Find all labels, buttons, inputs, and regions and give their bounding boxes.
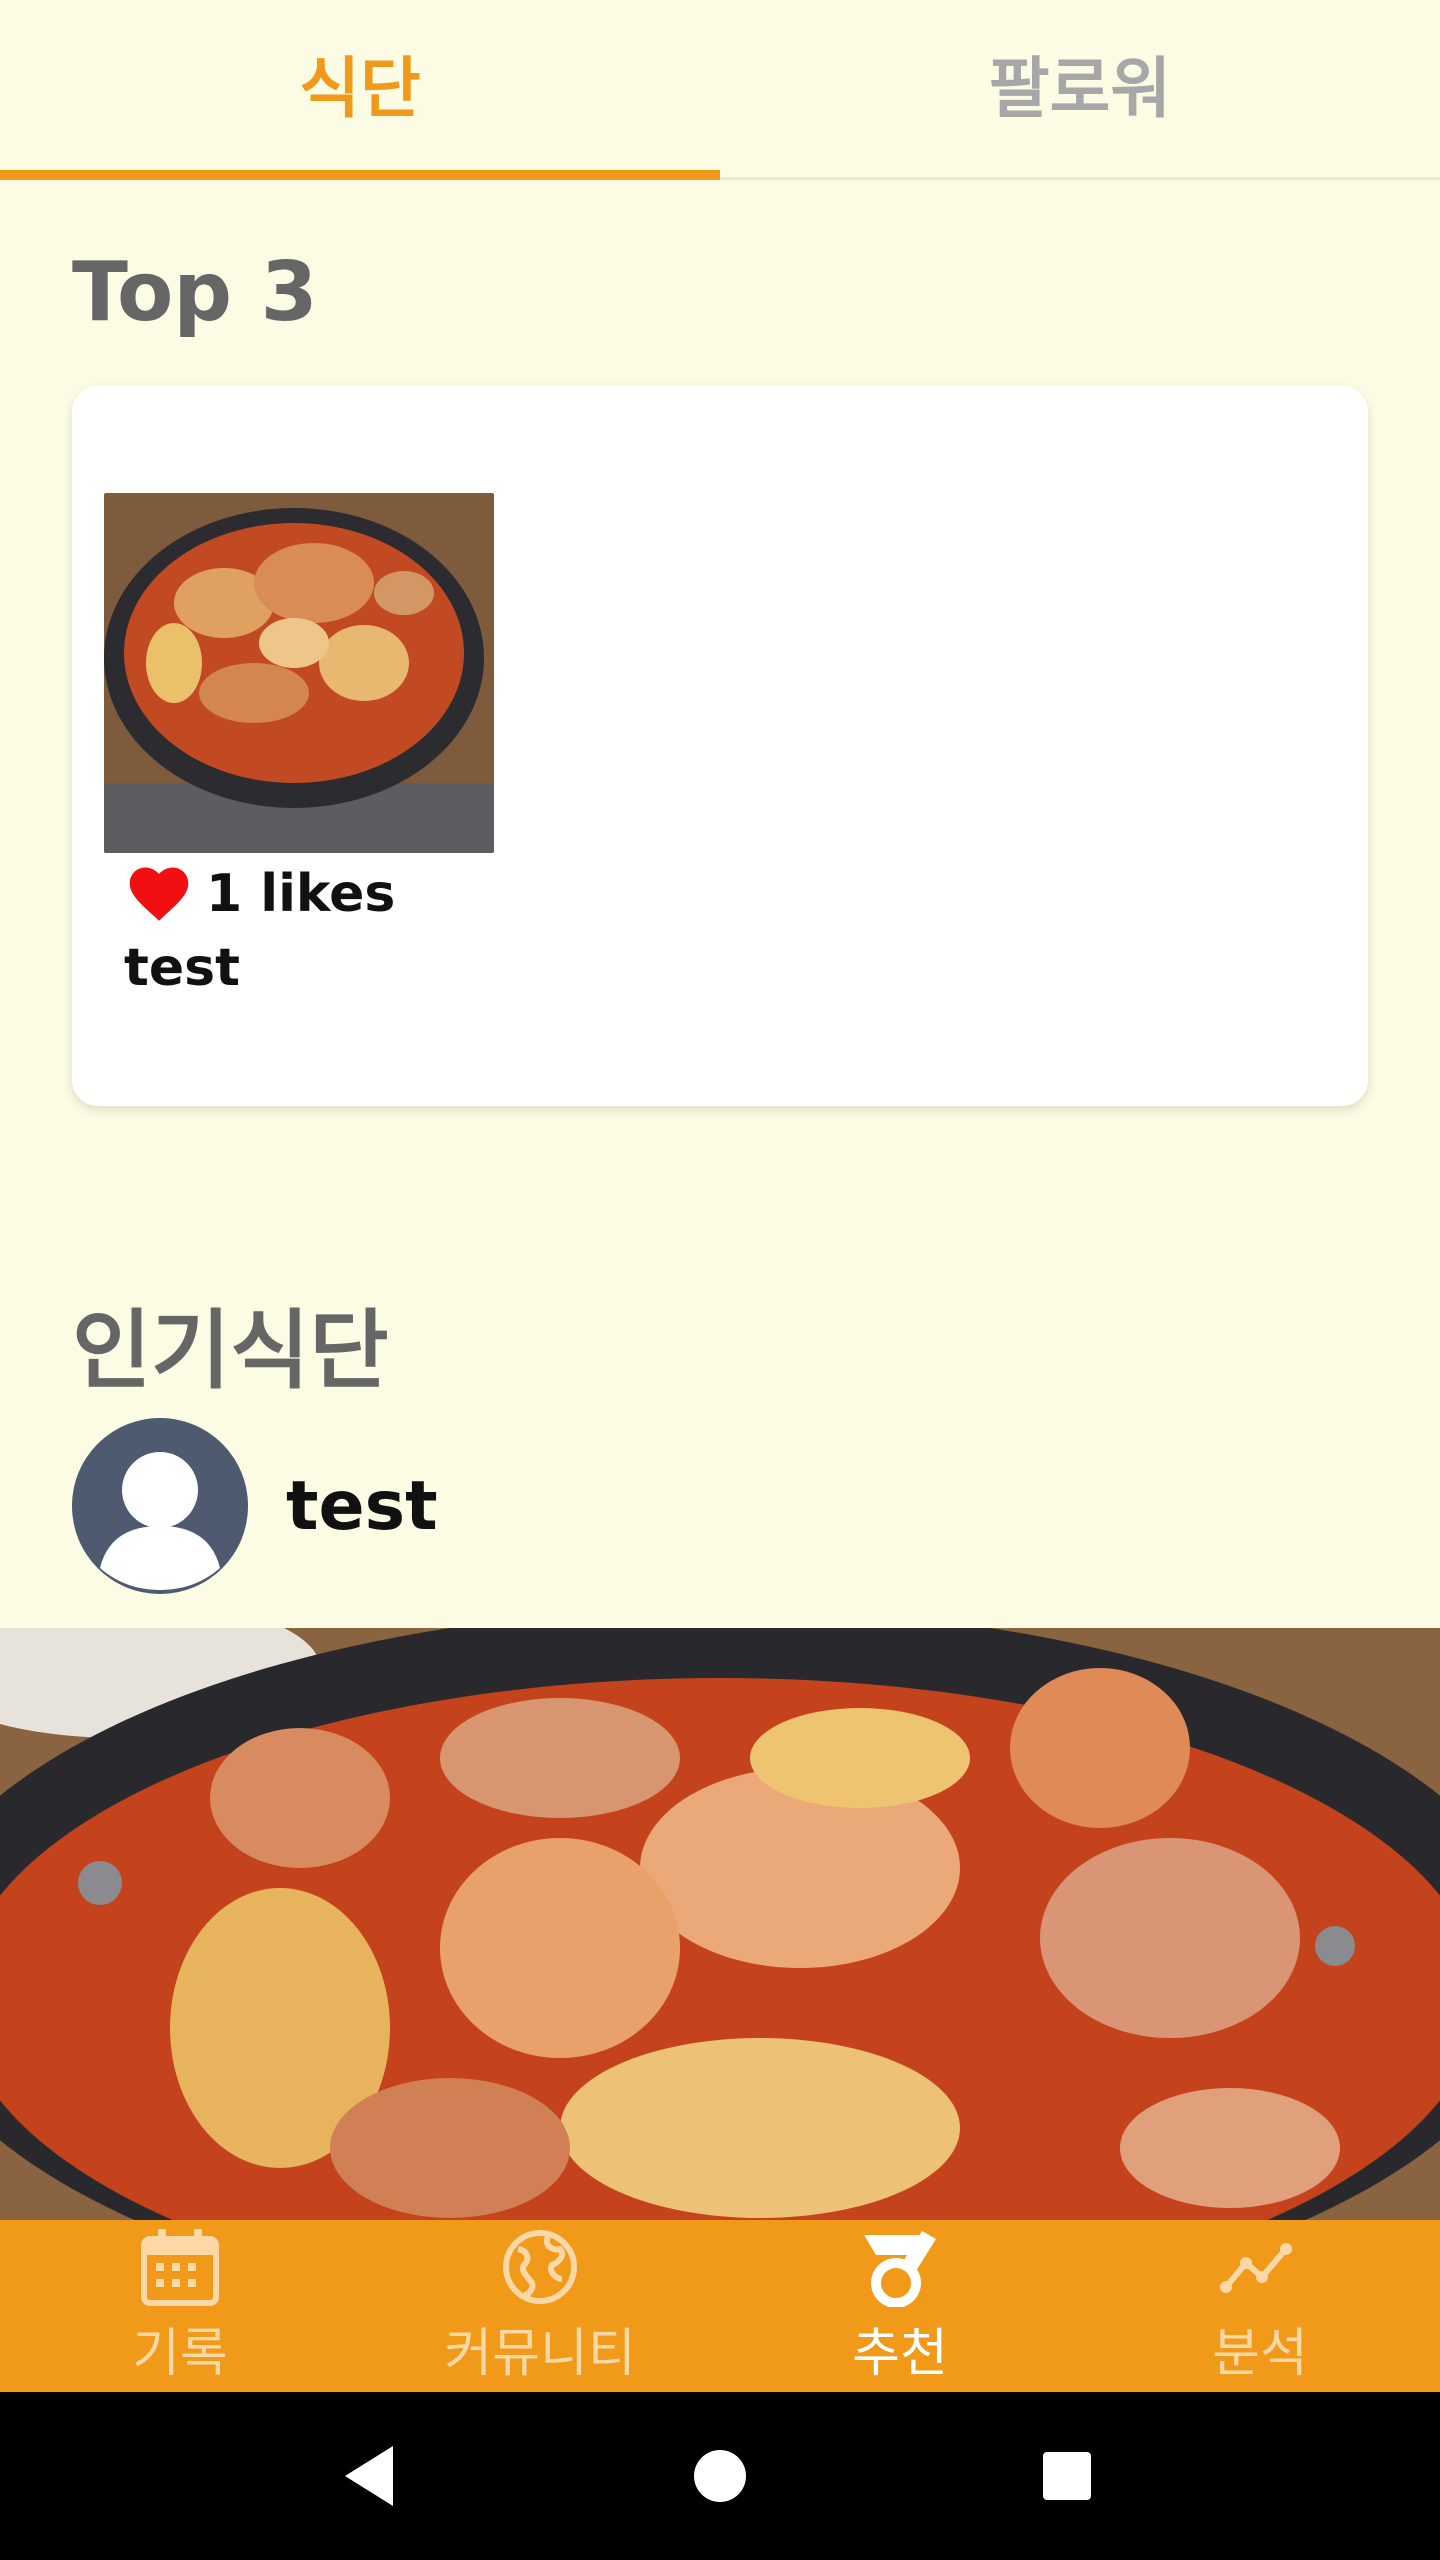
popular-title: 인기식단	[72, 1301, 389, 1401]
globe-icon	[503, 2229, 577, 2304]
nav-item-recommend[interactable]: 추천	[720, 2220, 1080, 2392]
nav-label-analysis: 분석	[1212, 2323, 1308, 2384]
home-icon[interactable]	[680, 2436, 760, 2516]
likes-count: 1 likes	[206, 864, 396, 924]
top-tab-bar: 식단 팔로워	[0, 0, 1440, 180]
recents-icon[interactable]	[1027, 2436, 1107, 2516]
tab-followers[interactable]: 팔로워	[720, 0, 1440, 177]
food-thumbnail[interactable]	[104, 493, 494, 853]
nav-item-records[interactable]: 기록	[0, 2220, 360, 2392]
chart-line-icon	[1220, 2242, 1292, 2293]
nav-item-analysis[interactable]: 분석	[1080, 2220, 1440, 2392]
heart-icon[interactable]	[128, 866, 190, 922]
tab-diet[interactable]: 식단	[0, 0, 720, 180]
likes-row: 1 likes	[128, 864, 395, 924]
nav-item-community[interactable]: 커뮤니티	[360, 2220, 720, 2392]
popular-user-row[interactable]: test	[72, 1418, 438, 1594]
popular-food-photo[interactable]	[0, 1628, 1440, 2220]
top3-title: Top 3	[72, 245, 318, 340]
back-icon[interactable]	[333, 2436, 413, 2516]
recommend-icon	[864, 2230, 936, 2307]
avatar[interactable]	[72, 1418, 248, 1594]
card-author-name: test	[124, 938, 240, 998]
top3-card: 1 likes test	[72, 386, 1368, 1106]
popular-user-name[interactable]: test	[286, 1467, 438, 1546]
nav-label-community: 커뮤니티	[444, 2323, 636, 2384]
system-nav-bar	[0, 2392, 1440, 2560]
calendar-icon	[141, 2228, 219, 2306]
bottom-nav: 기록 커뮤니티 추천 분석	[0, 2220, 1440, 2392]
nav-label-records: 기록	[132, 2323, 228, 2384]
nav-label-recommend: 추천	[852, 2323, 948, 2384]
